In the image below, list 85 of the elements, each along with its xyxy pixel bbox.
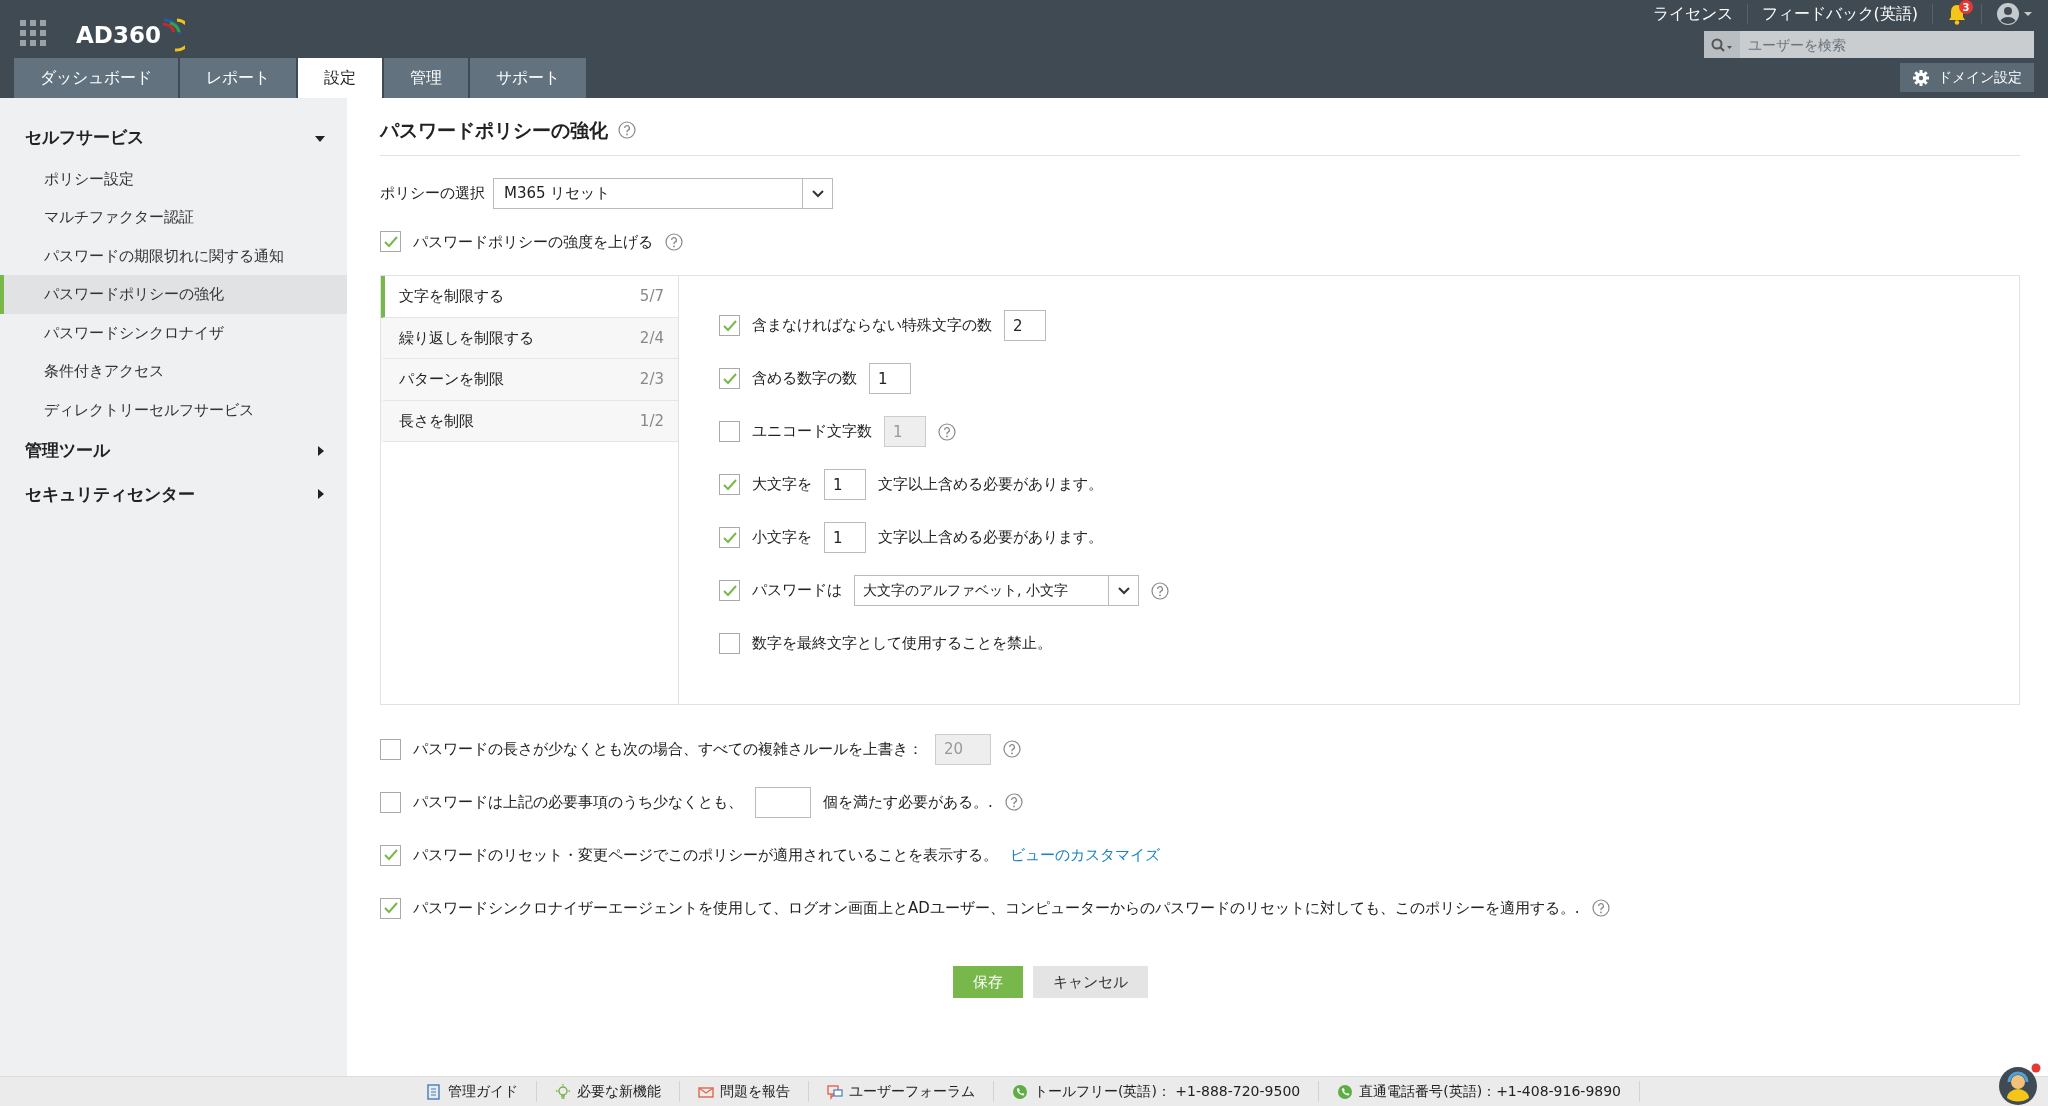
checkbox-label: パスワードは上記の必要事項のうち少なくとも、	[413, 791, 743, 813]
sidebar-item[interactable]: パスワードシンクロナイザ	[0, 313, 347, 352]
checkbox[interactable]	[719, 580, 740, 601]
rule-tab[interactable]: パターンを制限 2/3	[381, 359, 678, 401]
checkbox-label: ユニコード文字数	[752, 421, 872, 443]
phone-icon	[1011, 1083, 1028, 1100]
field-suffix: 文字以上含める必要があります。	[878, 474, 1103, 496]
support-chat-icon[interactable]	[1998, 1062, 2042, 1106]
section-label: 管理ツール	[25, 439, 110, 462]
app-grid-icon[interactable]	[20, 20, 46, 46]
help-icon[interactable]	[1151, 581, 1169, 600]
lightbulb-icon	[554, 1083, 571, 1100]
document-icon	[425, 1083, 442, 1100]
footer-link[interactable]: 直通電話番号(英語)：+1-408-916-9890	[1359, 1081, 1621, 1102]
nav-tab[interactable]: 管理	[384, 58, 468, 98]
section-label: セルフサービス	[25, 126, 144, 149]
checkbox-label: 大文字を	[752, 474, 812, 496]
checkbox-label: パスワードポリシーの強度を上げる	[413, 231, 653, 253]
header-link[interactable]: ライセンス	[1652, 2, 1733, 26]
checkbox-label: 数字を最終文字として使用することを禁止。	[752, 633, 1052, 655]
logo-text: AD360	[76, 20, 161, 50]
caret-icon	[1116, 586, 1131, 595]
number-field[interactable]: 1	[824, 522, 866, 553]
customize-view-link[interactable]: ビューのカスタマイズ	[1010, 843, 1160, 867]
sidebar-item[interactable]: パスワードポリシーの強化	[0, 275, 347, 314]
footer-link[interactable]: トールフリー(英語)： +1-888-720-9500	[1033, 1081, 1301, 1102]
nav-tab[interactable]: 設定	[298, 58, 382, 98]
user-avatar-icon[interactable]	[1996, 2, 2034, 26]
checkbox[interactable]	[380, 844, 401, 866]
search-options-button[interactable]	[1704, 31, 1740, 58]
chat-icon	[826, 1083, 843, 1100]
checkbox-label: パスワードシンクロナイザーエージェントを使用して、ログオン画面上とADユーザー、コンピューターからのパスワードのリセットに対しても、このポリシーを適用する。.	[413, 897, 1580, 919]
footer-link[interactable]: 必要な新機能	[576, 1081, 661, 1102]
checkbox[interactable]	[719, 633, 740, 654]
checkbox[interactable]	[380, 791, 401, 813]
checkbox-label: 含める数字の数	[752, 368, 857, 390]
section-label: セキュリティセンター	[25, 482, 195, 506]
checkbox[interactable]	[380, 231, 401, 253]
rule-tab[interactable]: 長さを制限 1/2	[381, 400, 678, 442]
checkbox-label: パスワードは	[752, 580, 842, 602]
help-icon[interactable]	[1591, 899, 1610, 917]
sidebar-item[interactable]: マルチファクター認証	[0, 198, 347, 237]
rule-select[interactable]: 大文字のアルファベット, 小文字	[854, 575, 1139, 606]
footer-link[interactable]: ユーザーフォーラム	[848, 1081, 975, 1102]
number-field[interactable]	[755, 786, 811, 818]
cancel-button[interactable]: キャンセル	[1032, 966, 1148, 998]
notification-count: 3	[1959, 0, 1973, 14]
help-icon[interactable]	[1004, 793, 1023, 811]
gear-icon	[1912, 68, 1930, 87]
checkbox-label: パスワードの長さが少なくとも次の場合、すべての複雑さルールを上書き：	[413, 738, 923, 760]
search-field[interactable]: ユーザーを検索	[1740, 31, 2034, 58]
number-field[interactable]: 1	[824, 469, 866, 500]
help-icon[interactable]	[618, 121, 636, 140]
domain-settings-button[interactable]: ドメイン設定	[1900, 63, 2034, 92]
page-title: パスワードポリシーの強化	[380, 118, 608, 143]
checkbox-label: パスワードのリセット・変更ページでこのポリシーが適用されていることを表示する。	[413, 844, 998, 866]
field-suffix: 個を満たす必要がある。.	[823, 791, 993, 813]
checkbox[interactable]	[719, 527, 740, 548]
field-label: ポリシーの選択	[380, 182, 485, 204]
search-icon	[1710, 36, 1734, 53]
caret-icon	[810, 188, 825, 198]
number-field[interactable]: 1	[869, 363, 911, 394]
nav-tab[interactable]: サポート	[470, 58, 586, 98]
header-link[interactable]: フィードバック(英語)	[1761, 2, 1918, 26]
checkbox[interactable]	[719, 315, 740, 336]
number-field[interactable]: 2	[1004, 310, 1046, 341]
sidebar-item[interactable]: 条件付きアクセス	[0, 352, 347, 391]
field-suffix: 文字以上含める必要があります。	[878, 527, 1103, 549]
checkbox[interactable]	[719, 474, 740, 495]
sidebar-item[interactable]: パスワードの期限切れに関する通知	[0, 236, 347, 275]
sidebar-item[interactable]: ポリシー設定	[0, 159, 347, 198]
footer-link[interactable]: 問題を報告	[719, 1081, 790, 1102]
checkbox-label: 小文字を	[752, 527, 812, 549]
nav-tab[interactable]: レポート	[180, 58, 296, 98]
checkbox[interactable]	[380, 897, 401, 919]
footer-link[interactable]: 管理ガイド	[447, 1081, 518, 1102]
rule-tab[interactable]: 繰り返しを制限する 2/4	[381, 317, 678, 359]
phone-icon	[1337, 1083, 1354, 1100]
help-icon[interactable]	[665, 232, 683, 251]
sidebar-item[interactable]: ディレクトリーセルフサービス	[0, 390, 347, 429]
checkbox[interactable]	[719, 368, 740, 389]
rule-tab[interactable]: 文字を制限する 5/7	[381, 276, 678, 318]
policy-select[interactable]: M365 リセット	[493, 177, 833, 209]
nav-tab[interactable]: ダッシュボード	[14, 58, 178, 98]
checkbox-label: 含まなければならない特殊文字の数	[752, 315, 992, 337]
